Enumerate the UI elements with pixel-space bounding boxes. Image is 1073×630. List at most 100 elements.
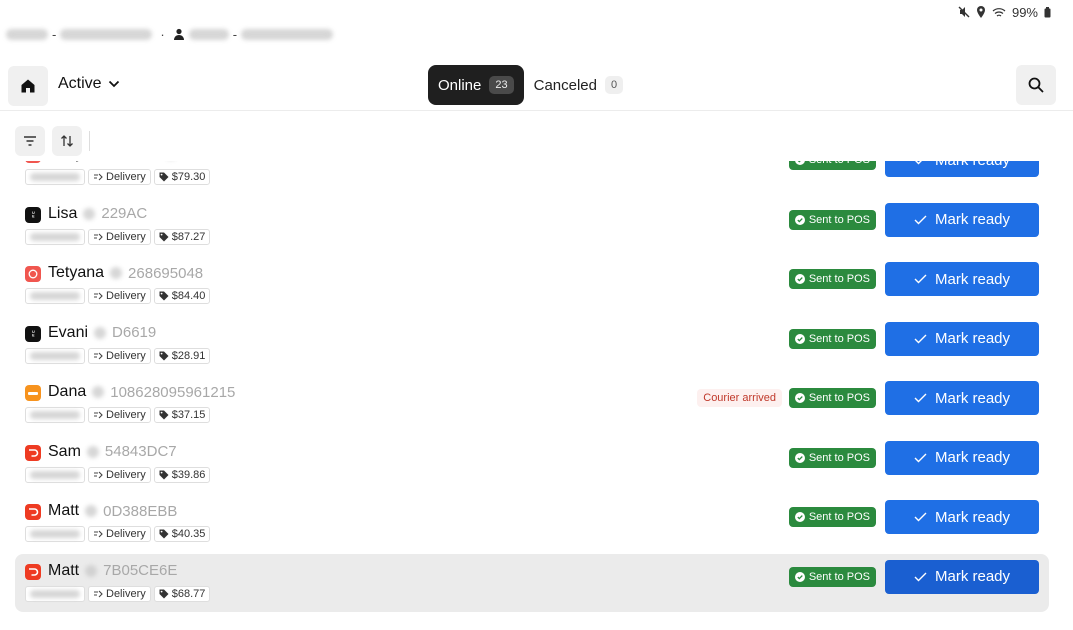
store-chip [25,228,85,245]
checkmark-icon [914,215,927,224]
mark-ready-button[interactable]: Mark ready [885,500,1039,534]
customer-lastname-redacted [85,505,98,517]
delivery-icon [94,411,103,419]
delivery-icon [94,530,103,538]
mark-ready-button[interactable]: Mark ready [885,202,1039,237]
fulfillment-chip: Delivery [88,228,151,245]
courier-status-badge: Courier arrived [697,389,782,407]
order-id: 268695048 [128,264,204,282]
pos-status-badge: Sent to POS [788,328,876,349]
doordash-logo-icon [25,444,41,461]
mark-ready-label: Mark ready [934,330,1011,347]
store-chip [25,585,85,602]
pos-status-label: Sent to POS [809,161,870,166]
wifi-icon [992,7,1006,17]
order-price: $39.86 [171,468,206,481]
customer-lastname-redacted [94,326,107,339]
user-name-redacted [188,28,229,40]
user-icon [173,28,184,40]
order-list[interactable]: Mary Ann Sisco 26865479 Delivery $79.30 … [0,161,1073,630]
order-row[interactable]: Mary Ann Sisco 26865479 Delivery $79.30 … [15,161,1049,195]
user-store-redacted [241,28,334,40]
pos-status-badge: Sent to POS [788,447,876,468]
price-tag-icon [159,589,169,598]
tab-canceled-count: 0 [605,76,624,94]
battery-icon [1044,6,1051,17]
mark-ready-label: Mark ready [934,449,1011,466]
order-row[interactable]: Tetyana 268695048 Delivery $84.40 Sent t… [15,256,1049,314]
delivery-icon [94,471,103,478]
checkmark-icon [914,393,927,403]
price-chip: $79.30 [153,169,211,185]
order-price: $28.91 [171,349,206,362]
order-row[interactable]: Matt 0D388EBB Delivery $40.35 Sent to PO… [15,494,1049,552]
mark-ready-button[interactable]: Mark ready [885,262,1039,296]
pos-status-badge: Sent to POS [788,269,876,289]
mark-ready-button[interactable]: Mark ready [885,321,1039,356]
customer-lastname-redacted [92,386,105,398]
order-price: $40.35 [171,528,206,540]
chevron-down-icon [108,80,119,88]
home-button[interactable] [8,66,48,106]
pos-status-label: Sent to POS [808,392,870,404]
order-id: 54843DC7 [104,443,177,460]
search-button[interactable] [1016,65,1056,105]
search-icon [1028,77,1044,93]
mark-ready-button[interactable]: Mark ready [885,440,1039,475]
customer-name: Lisa [48,204,78,222]
fulfillment-chip: Delivery [88,288,151,304]
store-name-redacted [6,28,48,40]
pos-status-label: Sent to POS [808,213,870,226]
tab-online-label: Online [438,76,482,94]
fulfillment-chip: Delivery [88,466,151,483]
delivery-icon [94,352,103,359]
tab-online[interactable]: Online 23 [428,65,524,105]
mark-ready-label: Mark ready [934,568,1011,585]
order-price: $37.15 [171,409,206,421]
home-icon [21,79,35,93]
orange-logo-icon [25,385,41,401]
filter-button[interactable] [15,126,45,156]
tab-canceled-label: Canceled [533,76,597,94]
customer-name: Evani [48,323,89,341]
check-circle-icon [794,333,805,344]
check-circle-icon [794,214,805,225]
price-chip: $84.40 [153,288,211,304]
fulfillment-chip: Delivery [88,526,151,542]
order-id: 229AC [101,205,148,222]
order-row[interactable]: Matt 7B05CE6E Delivery $68.77 Sent to PO… [15,553,1049,612]
order-id: 0D388EBB [103,502,178,520]
fulfillment-label: Delivery [106,409,146,421]
order-row[interactable]: Dana 108628095961215 Delivery $37.15 Cou… [15,375,1049,433]
tab-canceled[interactable]: Canceled 0 [534,65,634,105]
fulfillment-label: Delivery [106,587,146,600]
sort-button[interactable] [52,126,82,156]
battery-text: 99% [1011,4,1038,20]
price-tag-icon [159,351,169,360]
price-tag-icon [159,232,169,241]
delivery-icon [94,233,103,240]
price-tag-icon [159,410,169,420]
pos-status-label: Sent to POS [808,570,870,583]
fulfillment-label: Delivery [106,230,146,243]
delivery-icon [94,292,103,300]
check-circle-icon [794,393,805,403]
checkmark-icon [914,334,927,343]
checkmark-icon [914,274,927,284]
customer-name: Matt [48,502,80,519]
ubereats-logo-icon: UE [25,325,41,342]
order-row[interactable]: Sam 54843DC7 Delivery $39.86 Sent to POS… [15,435,1049,493]
price-tag-icon [159,470,169,479]
mark-ready-button[interactable]: Mark ready [885,559,1039,594]
check-circle-icon [794,452,805,463]
status-filter-dropdown[interactable]: Active [58,75,120,93]
order-row[interactable]: UE Evani D6619 Delivery $28.91 Sent to P… [15,316,1049,374]
customer-lastname-redacted [110,267,123,279]
mark-ready-button[interactable]: Mark ready [885,381,1039,415]
fulfillment-chip: Delivery [88,585,151,602]
mark-ready-button[interactable]: Mark ready [885,161,1039,177]
delivery-icon [94,173,103,181]
order-row[interactable]: UE Lisa 229AC Delivery $87.27 Sent to PO… [15,197,1049,255]
checkmark-icon [914,572,927,581]
check-circle-icon [794,274,805,284]
